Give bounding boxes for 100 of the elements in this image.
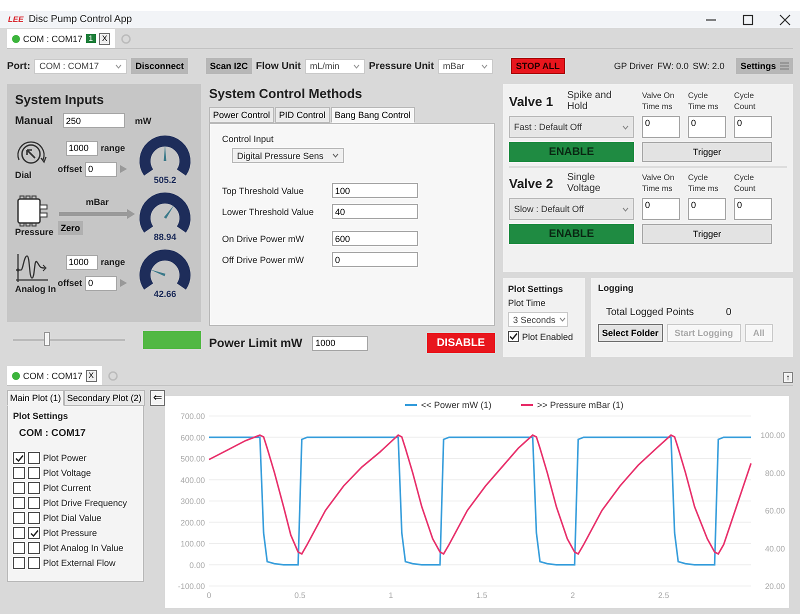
gauge-reading: 88.94 [154,232,176,242]
offset-field[interactable]: 0 [85,162,118,176]
checkbox[interactable] [28,452,40,464]
plot-tab[interactable]: Main Plot (1) [7,390,64,406]
checkbox[interactable] [13,557,25,569]
value-field[interactable]: 0 [332,252,418,267]
checkbox-label: Plot Analog In Value [43,543,124,553]
plot-time-dropdown[interactable]: 3 Seconds [508,312,568,327]
scan-i2c-button[interactable]: Scan I2C [206,58,252,74]
close-tab-button[interactable]: X [98,32,110,44]
checkbox[interactable] [28,512,40,524]
method-tab[interactable]: PID Control [275,107,330,123]
method-tab[interactable]: Power Control [209,107,274,123]
checkbox-label: Plot Dial Value [43,513,102,523]
chevron-down-icon [115,64,122,68]
checkbox[interactable] [28,542,40,554]
settings-button[interactable]: Settings [736,58,793,74]
plot-tab[interactable]: Secondary Plot (2) [64,390,145,406]
enable-button[interactable]: ENABLE [509,224,634,244]
value-field[interactable]: 100 [332,183,418,198]
input-label: Dial [15,170,32,180]
control-input-dropdown[interactable]: Digital Pressure Sens [232,148,344,163]
checkbox[interactable] [13,512,25,524]
column-heading: Valve On Time ms [642,172,676,194]
power-limit-field[interactable]: 1000 [312,336,368,350]
column-heading: Valve On Time ms [642,90,676,112]
maximize-icon[interactable] [741,12,755,26]
axis-tick-label: 40.00 [765,544,786,554]
checkbox[interactable] [13,452,25,464]
offset-label: offset [58,164,82,174]
pressure-sensor-icon [15,194,49,226]
panel-title: System Control Methods [209,86,364,101]
axis-tick-label: -100.00 [178,582,206,591]
axis-tick-label: 600.00 [180,433,206,442]
close-icon[interactable] [778,12,792,26]
checkbox[interactable] [508,331,519,342]
zero-button[interactable]: Zero [58,220,84,234]
legend-label: >> Pressure mBar (1) [537,400,624,410]
method-tab[interactable]: Bang Bang Control [330,107,415,123]
valve-value-field[interactable]: 0 [688,116,726,138]
checkbox[interactable] [13,542,25,554]
connection-tab[interactable]: COM : COM17 1 X [7,29,116,48]
checkbox[interactable] [28,557,40,569]
status-indicator [143,330,201,348]
control-input-label: Control Input [222,134,274,144]
pressure-unit-dropdown[interactable]: mBar [438,58,493,74]
axis-tick-label: 20.00 [765,582,786,591]
trigger-button[interactable]: Trigger [642,142,772,162]
connection-tab[interactable]: COM : COM17 X [7,366,102,385]
offset-label: offset [58,278,82,288]
port-dropdown[interactable]: COM : COM17 [34,58,128,74]
checkbox-label: Plot Current [43,483,92,493]
axis-tick-label: 700.00 [180,412,206,421]
checkbox-label: Plot External Flow [43,558,116,568]
range-field[interactable]: 1000 [66,140,98,156]
checkbox[interactable] [28,482,40,494]
stop-all-button[interactable]: STOP ALL [510,58,565,74]
axis-tick-label: 1 [388,591,394,600]
valve-value-field[interactable]: 0 [734,116,772,138]
value-field[interactable]: 40 [332,204,418,219]
collapse-button[interactable]: ⇐ [150,390,166,406]
manual-power-field[interactable]: 250 [62,113,125,128]
column-heading: Cycle Count [734,172,756,194]
checkbox[interactable] [28,467,40,479]
tab-label: COM : COM17 [23,370,83,380]
valve-value-field[interactable]: 0 [688,198,726,220]
checkbox[interactable] [13,482,25,494]
disconnect-button[interactable]: Disconnect [131,58,188,74]
range-field[interactable]: 1000 [66,254,98,270]
slider-thumb[interactable] [44,332,50,346]
valve-drive-dropdown[interactable]: Slow : Default Off [509,198,634,220]
close-tab-button[interactable]: X [86,370,97,382]
valve-mode: Spike and Hold [567,90,613,112]
trigger-button[interactable]: Trigger [642,224,772,244]
checkbox[interactable] [28,527,40,539]
dock-button[interactable]: ↑ [783,372,793,383]
checkbox[interactable] [13,527,25,539]
logging-button[interactable]: Select Folder [598,324,663,342]
valve-value-field[interactable]: 0 [734,198,772,220]
disable-button[interactable]: DISABLE [426,333,495,353]
checkbox[interactable] [13,497,25,509]
axis-tick-label: 300.00 [180,497,206,506]
axis-tick-label: 200.00 [180,518,206,528]
flow-unit-dropdown[interactable]: mL/min [304,58,365,74]
enable-button[interactable]: ENABLE [509,142,634,162]
valve-value-field[interactable]: 0 [642,116,680,138]
chevron-down-icon [352,64,360,68]
driver-label: GP Driver [614,61,654,71]
checkbox[interactable] [28,497,40,509]
gauge-dial [140,192,190,232]
valve-value-field[interactable]: 0 [642,198,680,220]
offset-field[interactable]: 0 [85,276,118,290]
checkbox-label: Plot Voltage [43,468,92,478]
waveform-icon [15,252,49,284]
chevron-down-icon [332,153,339,158]
firmware-version: FW: 0.0 [657,61,689,71]
valve-drive-dropdown[interactable]: Fast : Default Off [509,116,634,138]
value-field[interactable]: 600 [332,231,418,246]
checkbox[interactable] [13,467,25,479]
range-label: range [100,257,126,267]
